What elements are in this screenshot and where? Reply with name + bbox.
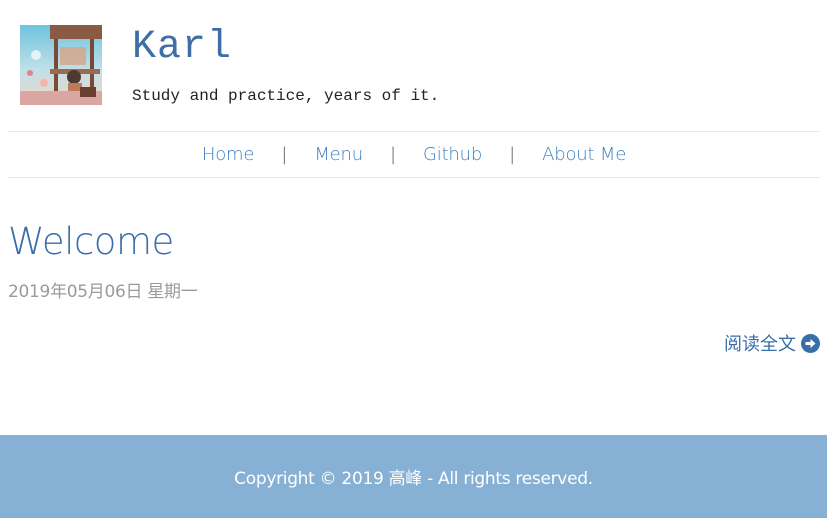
post-date: 2019年05月06日 星期一 [8, 282, 198, 302]
site-footer: Copyright © 2019 高峰 - All rights reserve… [0, 435, 827, 518]
site-tagline: Study and practice, years of it. [132, 87, 440, 105]
site-header: Karl Study and practice, years of it. [0, 0, 827, 131]
nav-home-link[interactable]: Home [202, 144, 255, 165]
nav-separator: | [509, 144, 516, 165]
avatar-illustration [20, 25, 102, 105]
read-more-link[interactable]: 阅读全文 [724, 330, 820, 356]
avatar [20, 25, 102, 105]
site-title[interactable]: Karl [132, 24, 232, 72]
page: Karl Study and practice, years of it. Ho… [0, 0, 827, 518]
copyright-text: Copyright © 2019 高峰 - All rights reserve… [234, 469, 593, 489]
main-nav: Home | Menu | Github | About Me [8, 131, 820, 178]
nav-separator: | [281, 144, 288, 165]
arrow-circle-right-icon [801, 333, 820, 353]
nav-separator: | [389, 144, 397, 165]
nav-github-link[interactable]: Github [423, 144, 482, 165]
nav-about-link[interactable]: About Me [542, 144, 626, 165]
read-more-label: 阅读全文 [724, 334, 796, 355]
nav-menu-link[interactable]: Menu [314, 144, 363, 165]
post-title[interactable]: Welcome [8, 218, 174, 266]
